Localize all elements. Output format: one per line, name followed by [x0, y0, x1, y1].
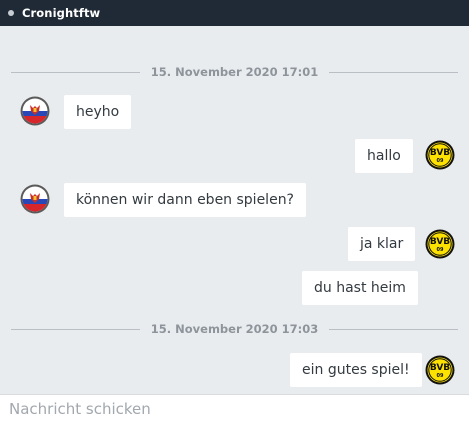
- message-list[interactable]: 15. November 2020 17:01 heyho hallo BVB …: [0, 26, 469, 394]
- message-bubble: können wir dann eben spielen?: [64, 183, 306, 217]
- message-bubble: ja klar: [348, 227, 416, 261]
- message-composer: [0, 394, 469, 423]
- message-bubble: ein gutes spiel!: [290, 353, 422, 387]
- bvb-logo-icon[interactable]: BVB 09: [425, 140, 455, 170]
- message-text: können wir dann eben spielen?: [76, 192, 294, 208]
- date-divider: 15. November 2020 17:01: [11, 65, 459, 79]
- date-divider: 15. November 2020 17:03: [11, 322, 459, 336]
- russia-crest-icon[interactable]: [20, 96, 50, 126]
- russia-crest-icon[interactable]: [20, 184, 50, 214]
- message-text: heyho: [76, 104, 120, 120]
- date-label: 15. November 2020 17:03: [150, 322, 319, 336]
- message-bubble: du hast heim: [302, 271, 418, 305]
- date-label: 15. November 2020 17:01: [150, 65, 319, 79]
- status-dot: [8, 10, 14, 16]
- bvb-logo-icon[interactable]: BVB 09: [425, 229, 455, 259]
- message-text: du hast heim: [314, 280, 406, 296]
- bvb-logo-icon[interactable]: BVB 09: [425, 355, 455, 385]
- message-input[interactable]: [0, 400, 469, 418]
- message-bubble: heyho: [64, 95, 132, 129]
- contact-name: Cronightftw: [22, 6, 101, 20]
- message-text: ein gutes spiel!: [302, 362, 410, 378]
- chat-header: Cronightftw: [0, 0, 469, 26]
- message-text: hallo: [367, 148, 401, 164]
- message-bubble: hallo: [355, 139, 413, 173]
- message-text: ja klar: [360, 236, 404, 252]
